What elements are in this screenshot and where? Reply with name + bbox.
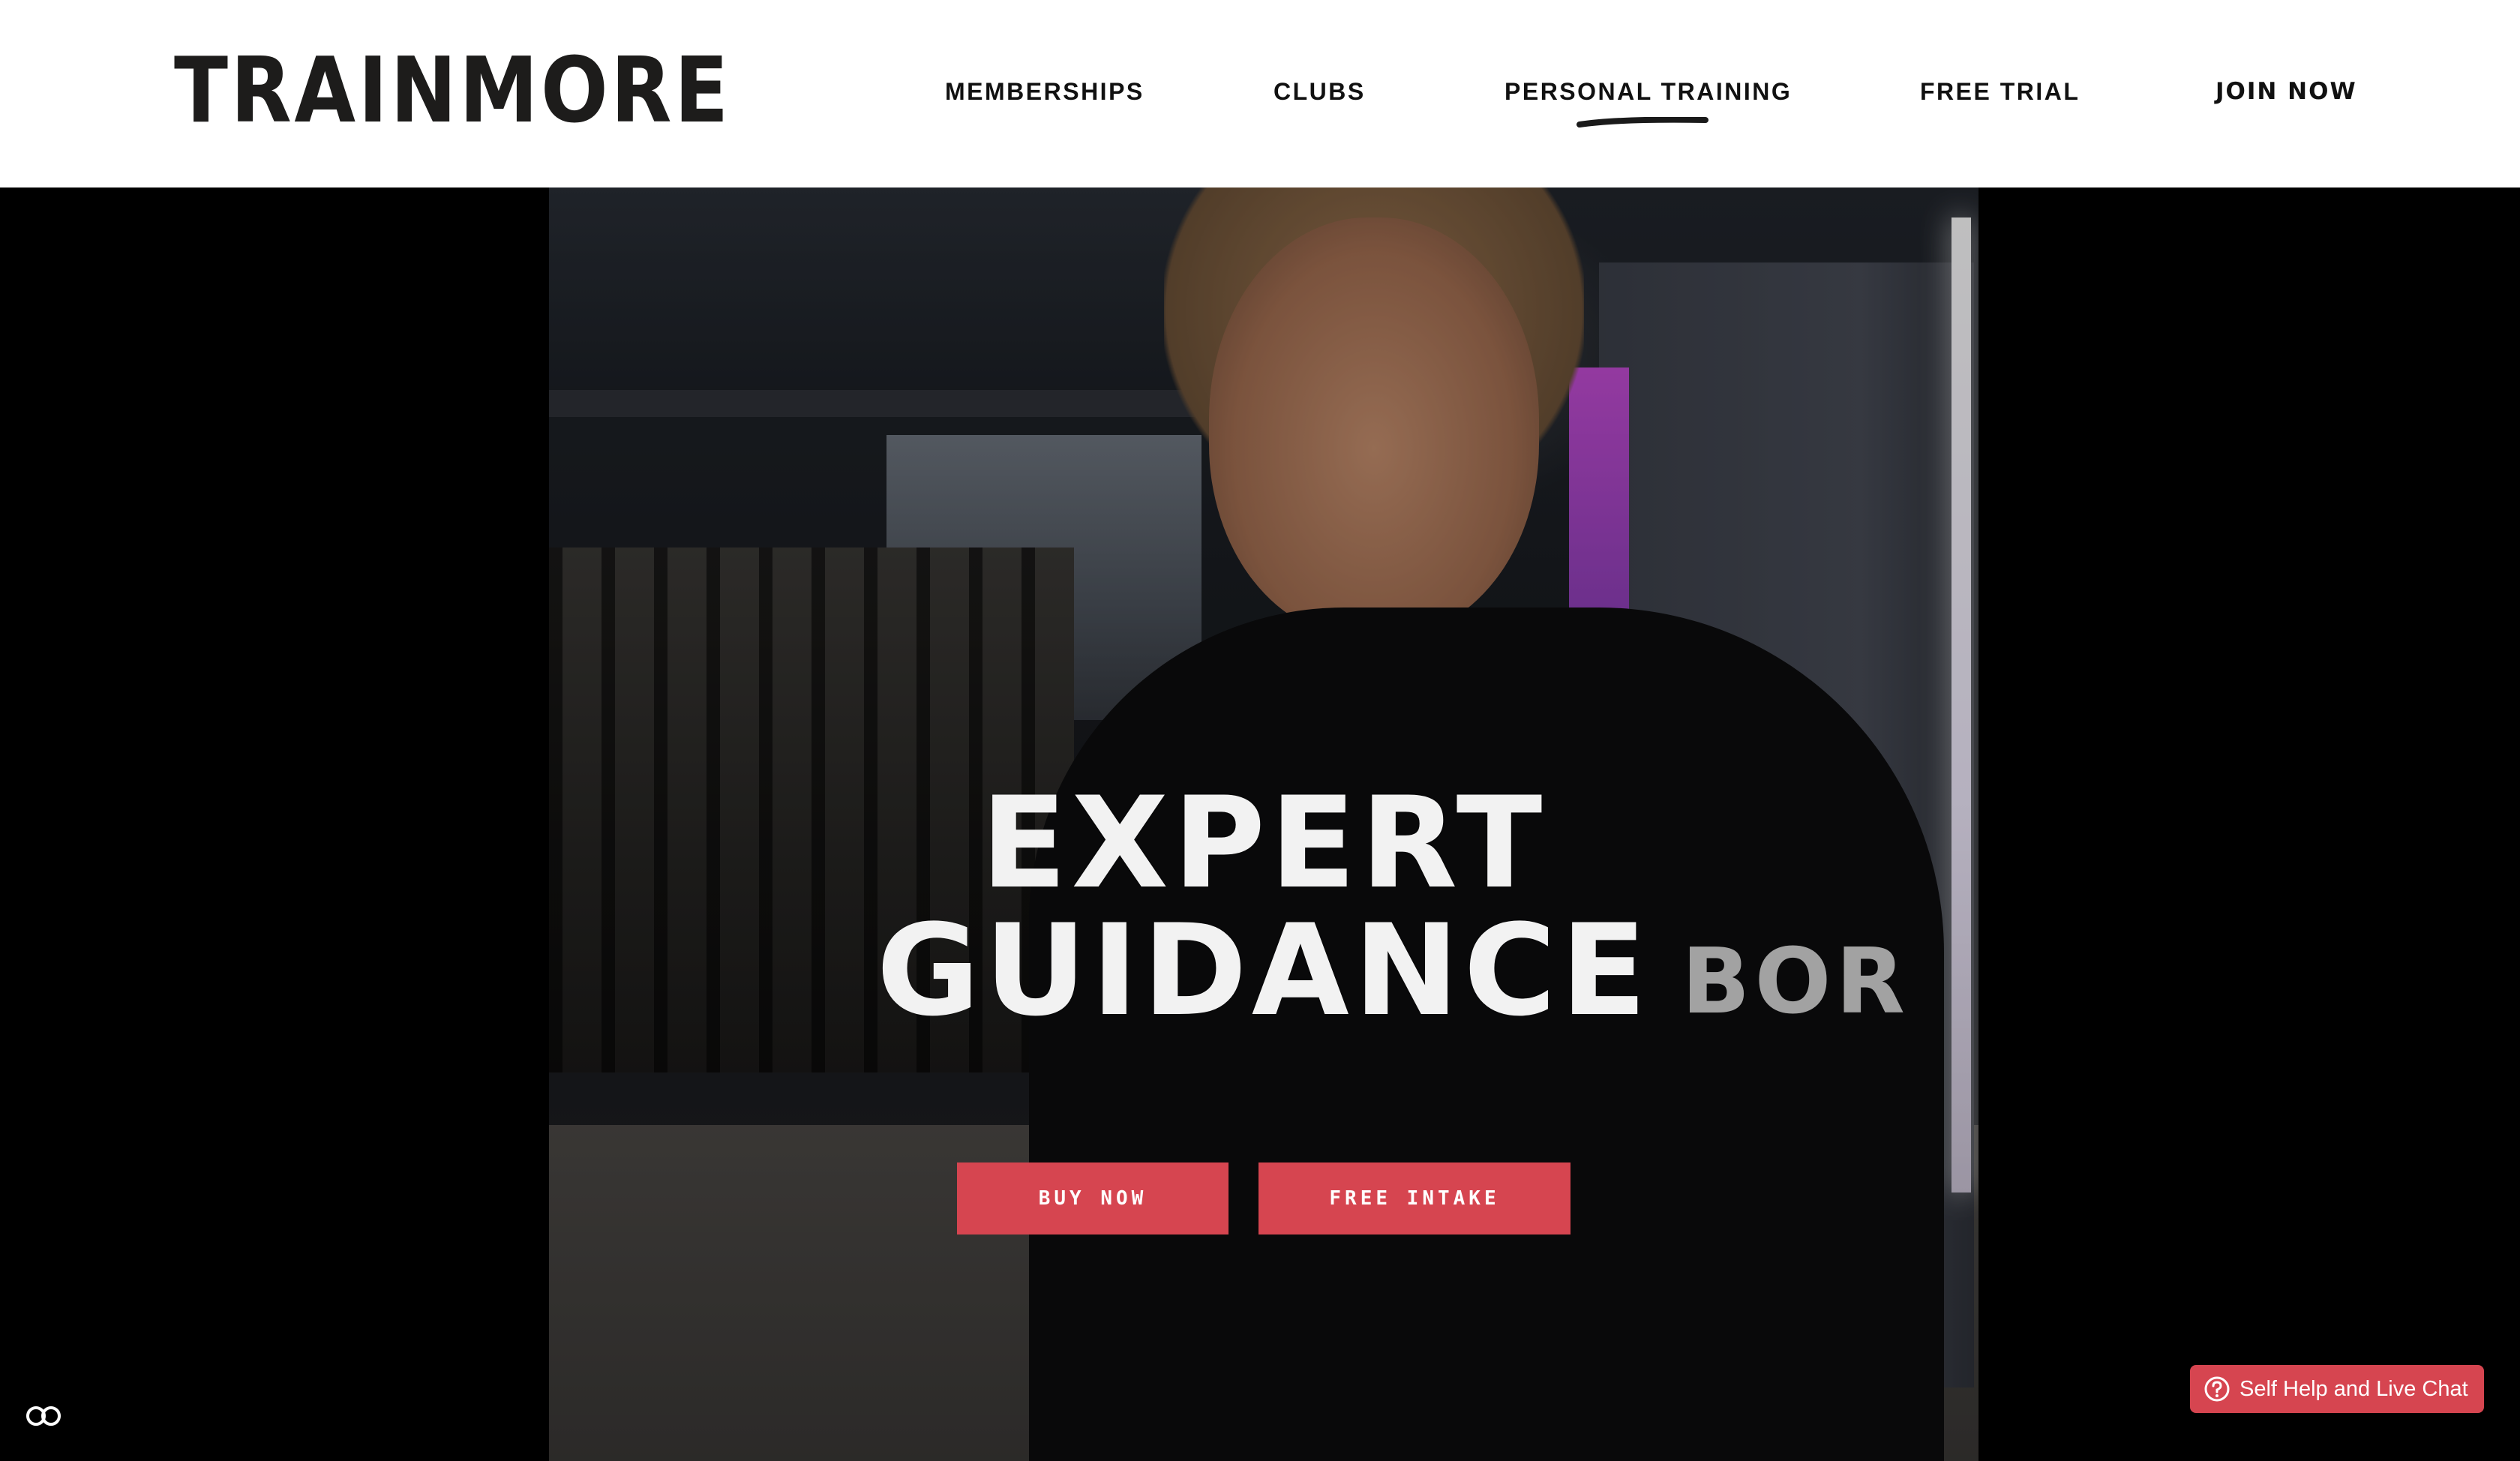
trainmore-logo[interactable]: TRAINMORE [174, 46, 731, 136]
site-header: TRAINMORE MEMBERSHIPS CLUBS PERSONAL TRA… [0, 0, 2520, 188]
hero-headline-line2: GUIDANCE [876, 897, 1652, 1044]
hero-section: BOR EXPERT GUIDANCE BUY NOW FREE INTAKE [0, 188, 2520, 1461]
buy-now-button[interactable]: BUY NOW [957, 1162, 1228, 1234]
active-nav-underline [1576, 117, 1708, 128]
live-chat-button[interactable]: Self Help and Live Chat [2190, 1365, 2484, 1413]
chat-label: Self Help and Live Chat [2240, 1376, 2468, 1401]
cookie-settings-icon[interactable] [22, 1395, 64, 1437]
nav-free-trial[interactable]: FREE TRIAL [1920, 78, 2080, 106]
nav-join-now[interactable]: JOIN NOW [2216, 78, 2357, 105]
free-intake-button[interactable]: FREE INTAKE [1258, 1162, 1570, 1234]
nav-clubs[interactable]: CLUBS [1274, 78, 1366, 106]
hero-headline-line1: EXPERT [980, 770, 1547, 916]
help-circle-icon [2204, 1376, 2230, 1402]
nav-personal-training[interactable]: PERSONAL TRAINING [1504, 78, 1792, 106]
nav-memberships[interactable]: MEMBERSHIPS [945, 78, 1144, 106]
